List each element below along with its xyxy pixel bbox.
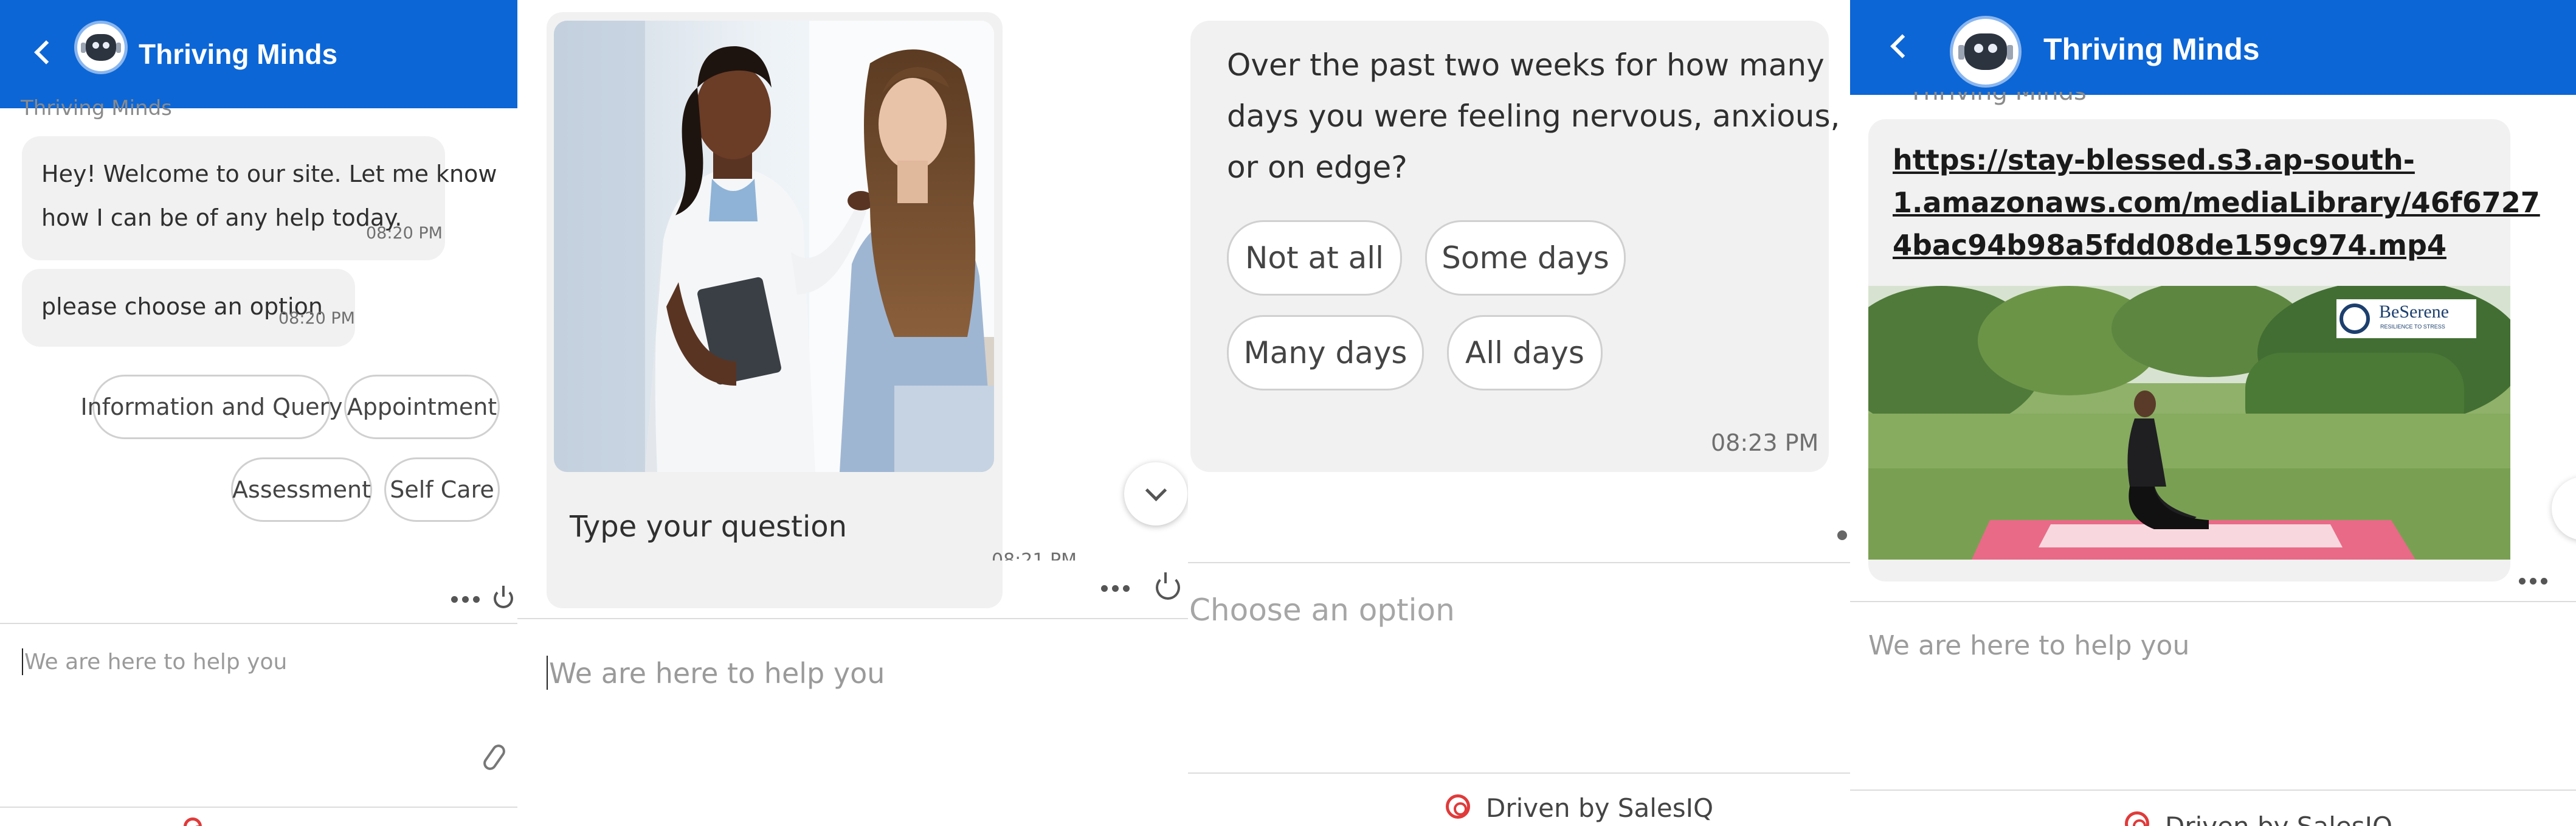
chat-panel-4: Thriving Minds Thriving Minds https://st… bbox=[1850, 0, 2576, 826]
message-input[interactable]: We are here to help you bbox=[24, 650, 287, 675]
text-caret bbox=[547, 656, 548, 690]
back-arrow-icon[interactable] bbox=[33, 34, 51, 71]
message-time: 08:20 PM bbox=[278, 309, 355, 328]
chat-title: Thriving Minds bbox=[2043, 32, 2260, 66]
more-options-icon[interactable] bbox=[2519, 578, 2548, 585]
chat-header: Thriving Minds bbox=[1850, 0, 2576, 95]
message-time: 08:20 PM bbox=[366, 224, 443, 243]
question-text: days you were feeling nervous, anxious, bbox=[1227, 99, 1840, 134]
footer-divider bbox=[0, 807, 517, 808]
input-divider bbox=[1850, 601, 2576, 602]
video-link[interactable]: 4bac94b98a5fdd08de159c974.mp4 bbox=[1893, 229, 2447, 262]
option-appointment[interactable]: Appointment bbox=[344, 375, 500, 439]
powered-by-text[interactable]: Driven by SalesIQ bbox=[1486, 793, 1713, 823]
power-icon[interactable] bbox=[1156, 572, 1180, 600]
bot-avatar bbox=[74, 21, 128, 74]
option-all-days[interactable]: All days bbox=[1447, 315, 1603, 390]
message-text: how I can be of any help today. bbox=[41, 204, 402, 231]
powered-by-text[interactable]: Driven by SalesIQ bbox=[2165, 811, 2392, 826]
input-divider bbox=[0, 623, 517, 624]
video-logo: BeSerene bbox=[2379, 302, 2449, 322]
video-preview[interactable]: BeSerene RESILIENCE TO STRESS bbox=[1868, 286, 2510, 560]
option-self-care[interactable]: Self Care bbox=[384, 457, 500, 522]
chat-panel-1: Thriving Minds Thriving Minds Hey! Welco… bbox=[0, 0, 517, 826]
option-many-days[interactable]: Many days bbox=[1227, 315, 1424, 390]
salesiq-logo-icon bbox=[1446, 794, 1470, 819]
more-options-icon[interactable] bbox=[1837, 530, 1847, 540]
salesiq-logo-icon bbox=[2125, 811, 2149, 826]
more-options-icon[interactable] bbox=[451, 596, 480, 603]
option-not-at-all[interactable]: Not at all bbox=[1227, 220, 1402, 296]
back-arrow-icon[interactable] bbox=[1889, 28, 1907, 64]
video-link[interactable]: https://stay-blessed.s3.ap-south- bbox=[1893, 144, 2415, 176]
option-information-and-query[interactable]: Information and Query bbox=[80, 375, 343, 439]
chat-panel-3: Over the past two weeks for how many day… bbox=[1188, 0, 1850, 826]
footer-divider bbox=[1188, 772, 1850, 774]
video-link[interactable]: 1.amazonaws.com/mediaLibrary/46f6727 bbox=[1893, 186, 2540, 219]
message-time: 08:21 PM bbox=[992, 550, 1077, 571]
question-text: Over the past two weeks for how many bbox=[1227, 47, 1825, 83]
option-assessment[interactable]: Assessment bbox=[231, 457, 372, 522]
input-divider bbox=[517, 618, 1188, 619]
message-input[interactable]: We are here to help you bbox=[549, 657, 885, 690]
chat-title: Thriving Minds bbox=[139, 38, 338, 70]
power-icon[interactable] bbox=[494, 586, 513, 608]
option-some-days[interactable]: Some days bbox=[1425, 220, 1626, 296]
scroll-down-button[interactable] bbox=[1124, 462, 1187, 526]
attachment-icon[interactable] bbox=[480, 741, 508, 773]
bot-avatar bbox=[1950, 16, 2022, 88]
message-time: 08:23 PM bbox=[1711, 429, 1819, 456]
option-input[interactable]: Choose an option bbox=[1189, 592, 1455, 628]
chat-header: Thriving Minds bbox=[0, 0, 517, 108]
question-text: or on edge? bbox=[1227, 150, 1407, 185]
doctor-consultation-photo[interactable] bbox=[554, 21, 994, 472]
message-input[interactable]: We are here to help you bbox=[1868, 630, 2189, 661]
more-options-icon[interactable] bbox=[1101, 585, 1130, 592]
input-divider bbox=[1188, 562, 1850, 563]
salesiq-logo-icon bbox=[184, 817, 205, 826]
message-text: Hey! Welcome to our site. Let me know bbox=[41, 161, 497, 187]
footer-divider bbox=[1850, 790, 2576, 791]
image-caption: Type your question bbox=[570, 510, 848, 544]
sender-name: Thriving Minds bbox=[21, 96, 172, 120]
chat-panel-2: Type your question 08:21 PM We are here … bbox=[517, 0, 1188, 826]
text-caret bbox=[22, 648, 23, 675]
video-logo-subtitle: RESILIENCE TO STRESS bbox=[2380, 324, 2445, 330]
scroll-button[interactable] bbox=[2552, 477, 2576, 540]
